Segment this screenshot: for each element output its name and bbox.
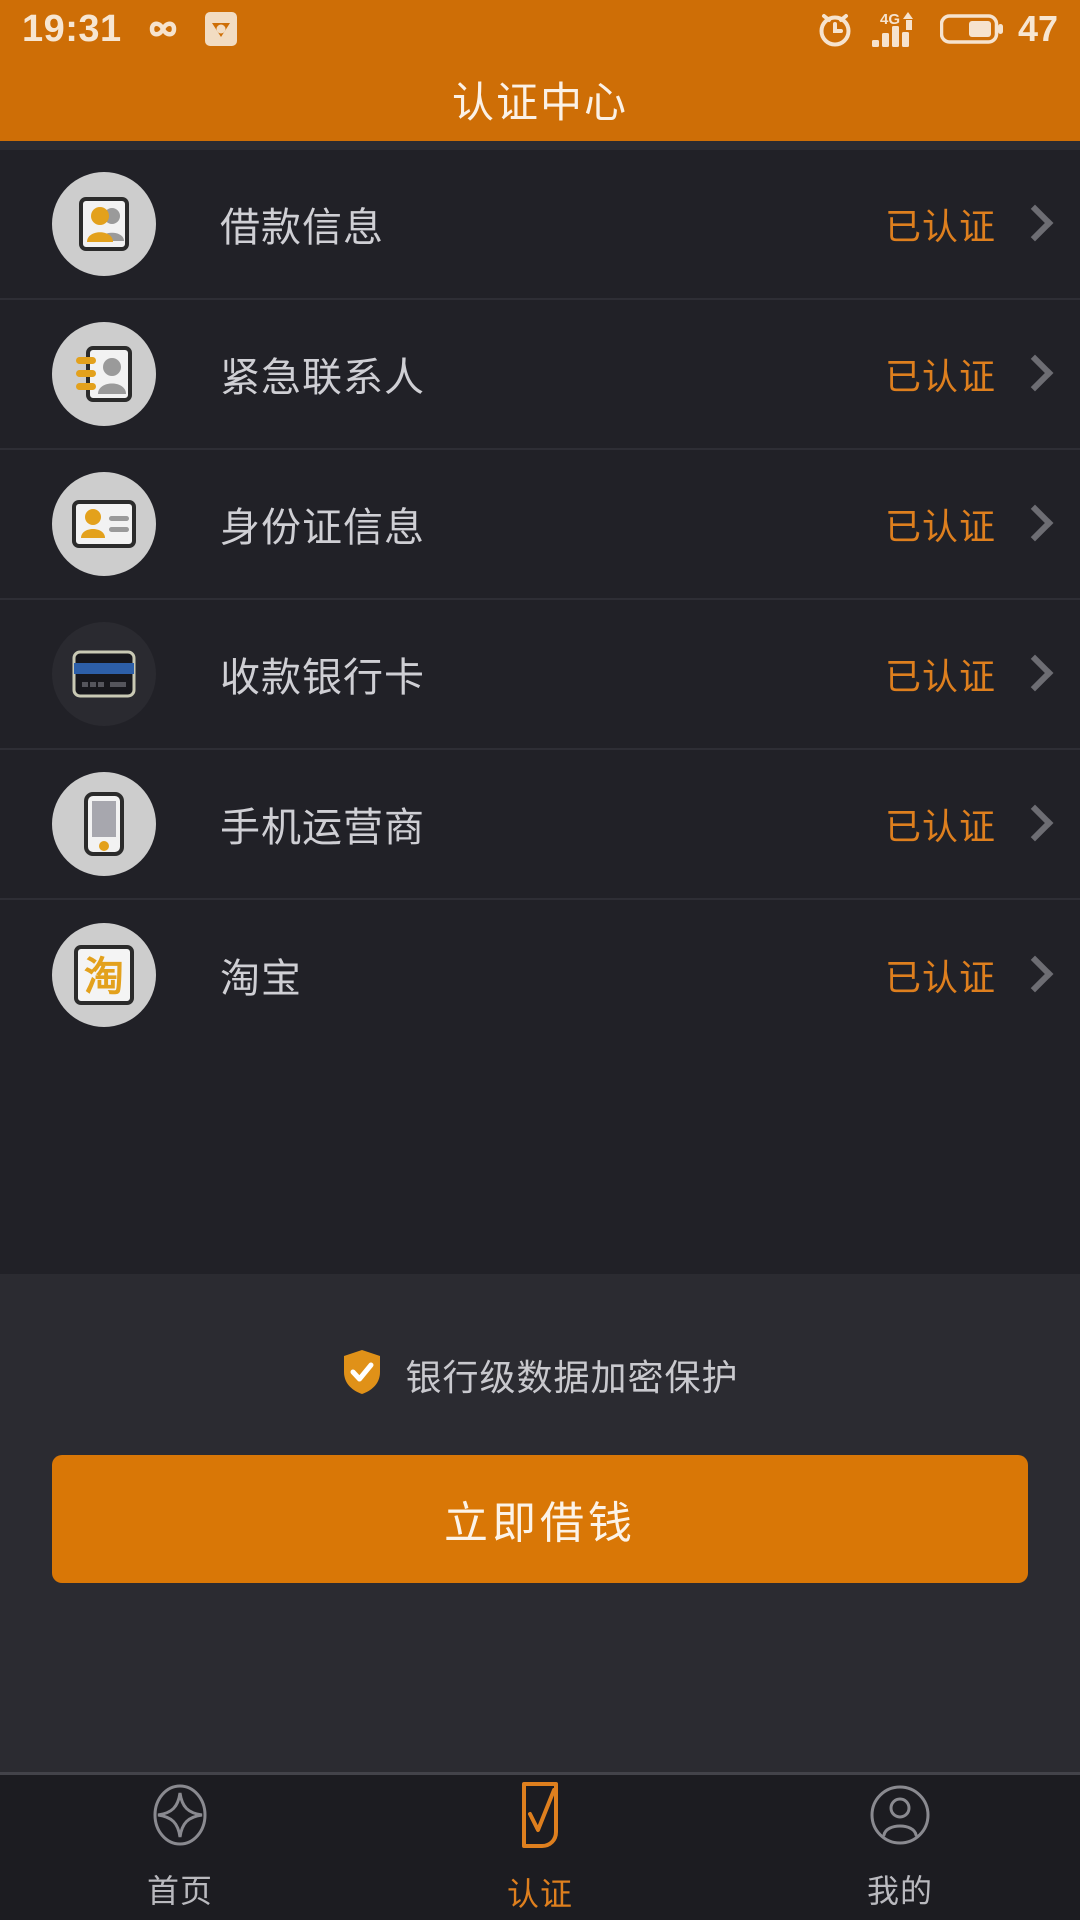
- status-badge: 已认证: [884, 206, 996, 247]
- tab-mine-label: 我的: [866, 1873, 933, 1909]
- chevron-right-icon: [1022, 955, 1044, 995]
- svg-text:淘: 淘: [84, 954, 124, 1000]
- chevron-right-icon: [1022, 504, 1044, 544]
- battery-percent-label: 47: [1017, 8, 1058, 49]
- list-item-label: 淘宝: [220, 957, 302, 1001]
- chevron-right-icon: [1022, 654, 1044, 694]
- identity-card-icon: [52, 472, 156, 576]
- list-item[interactable]: 身份证信息 已认证: [0, 450, 1080, 600]
- svg-text:4G: 4G: [880, 11, 900, 28]
- list-item[interactable]: 借款信息 已认证: [0, 150, 1080, 300]
- app-screen: 19:31 4G 47 认证中心 借款信息 已认证 紧急联系人 已认证 身份证信…: [0, 0, 1080, 1920]
- verification-list: 借款信息 已认证 紧急联系人 已认证 身份证信息 已认证 收款银行卡 已认证 手…: [0, 150, 1080, 1274]
- id-card-people-icon: [52, 172, 156, 276]
- page-title: 认证中心: [451, 79, 628, 126]
- mobile-phone-icon: [52, 772, 156, 876]
- status-bar: 19:31 4G 47: [0, 0, 1080, 58]
- list-item[interactable]: 收款银行卡 已认证: [0, 600, 1080, 750]
- signal-bars-icon: 4G: [868, 8, 926, 50]
- status-bar-left: 19:31: [22, 8, 238, 51]
- tab-home[interactable]: 首页: [0, 1775, 360, 1920]
- contact-book-icon: [52, 322, 156, 426]
- list-item[interactable]: 淘 淘宝 已认证: [0, 900, 1080, 1050]
- tab-home-label: 首页: [146, 1873, 213, 1909]
- chevron-right-icon: [1022, 354, 1044, 394]
- app-header: 认证中心: [0, 58, 1080, 141]
- status-badge: 已认证: [884, 356, 996, 397]
- status-badge: 已认证: [884, 957, 996, 998]
- tab-verify[interactable]: 认证: [360, 1775, 720, 1920]
- footer-panel: 银行级数据加密保护 立即借钱: [0, 1274, 1080, 1772]
- list-item-label: 紧急联系人: [220, 356, 425, 400]
- list-item-label: 身份证信息: [220, 506, 425, 550]
- battery-icon: [939, 12, 1004, 46]
- borrow-now-label: 立即借钱: [444, 1499, 636, 1548]
- tab-verify-label: 认证: [506, 1876, 573, 1912]
- status-badge: 已认证: [884, 806, 996, 847]
- alarm-clock-icon: [816, 9, 854, 49]
- tab-mine[interactable]: 我的: [720, 1775, 1080, 1920]
- security-notice-label: 银行级数据加密保护: [405, 1356, 739, 1398]
- app-badge-icon: [204, 10, 238, 48]
- taobao-logo-icon: 淘: [52, 923, 156, 1027]
- verify-check-icon: [508, 1780, 572, 1855]
- status-badge: 已认证: [884, 656, 996, 697]
- status-bar-clock: 19:31: [22, 7, 122, 50]
- list-item-label: 收款银行卡: [220, 656, 425, 700]
- bank-card-icon: [52, 622, 156, 726]
- list-item-label: 借款信息: [220, 206, 384, 250]
- list-item[interactable]: 手机运营商 已认证: [0, 750, 1080, 900]
- list-item[interactable]: 紧急联系人 已认证: [0, 300, 1080, 450]
- status-bar-right: 4G 47: [816, 8, 1058, 50]
- status-badge: 已认证: [884, 506, 996, 547]
- home-diamond-icon: [148, 1783, 212, 1852]
- shield-check-icon: [341, 1348, 383, 1401]
- list-item-label: 手机运营商: [220, 806, 425, 850]
- security-notice: 银行级数据加密保护: [0, 1348, 1080, 1401]
- borrow-now-button[interactable]: 立即借钱: [52, 1455, 1028, 1583]
- infinity-icon: [140, 14, 186, 44]
- chevron-right-icon: [1022, 204, 1044, 244]
- bottom-tab-bar: 首页 认证 我的: [0, 1772, 1080, 1920]
- header-shadow-strip: [0, 141, 1080, 150]
- person-circle-icon: [868, 1783, 932, 1852]
- chevron-right-icon: [1022, 804, 1044, 844]
